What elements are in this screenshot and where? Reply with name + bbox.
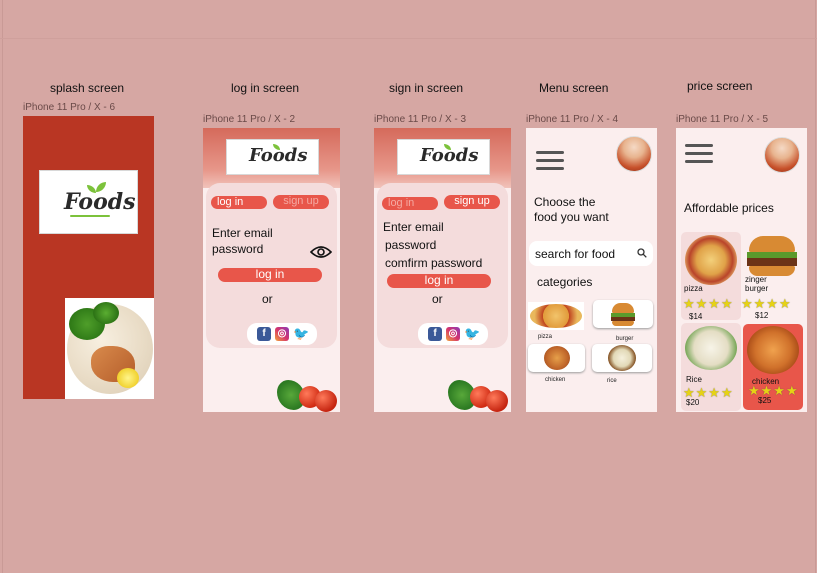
- category-label: burger: [616, 336, 634, 342]
- login-frame[interactable]: Foods log in sign up Enter email passwor…: [203, 128, 340, 412]
- confirm-password-field[interactable]: comfirm password: [385, 256, 482, 270]
- social-bar: f ◎ 🐦: [418, 323, 488, 345]
- category-pizza[interactable]: [528, 302, 584, 330]
- pizza-image: [685, 235, 737, 285]
- rating-stars: ★★★★: [683, 296, 734, 311]
- password-field[interactable]: password: [212, 242, 263, 256]
- lemon: [117, 368, 139, 388]
- logo-text: Foods: [420, 145, 479, 166]
- rice-image: [685, 326, 737, 370]
- headline-line-1: Choose the: [534, 195, 596, 209]
- pizza-image: [530, 304, 582, 328]
- category-chicken[interactable]: [528, 344, 585, 372]
- price-screen-title: price screen: [687, 79, 753, 93]
- category-label: rice: [607, 378, 617, 384]
- twitter-icon[interactable]: 🐦: [464, 327, 480, 341]
- category-burger[interactable]: [593, 300, 653, 328]
- rating-stars: ★★★★: [741, 296, 792, 311]
- password-field[interactable]: password: [385, 238, 436, 252]
- frame-label-login[interactable]: iPhone 11 Pro / X - 2: [203, 114, 295, 125]
- avatar[interactable]: [616, 136, 652, 172]
- tab-login[interactable]: log in: [382, 197, 438, 210]
- logo-text: Foods: [249, 145, 308, 166]
- product-name: zinger burger: [745, 275, 769, 293]
- logo: Foods: [397, 139, 490, 175]
- price-title: Affordable prices: [684, 201, 774, 215]
- logo-text: Foods: [64, 189, 136, 215]
- eye-icon[interactable]: [310, 245, 332, 259]
- category-label: pizza: [538, 334, 553, 340]
- product-price: $20: [686, 398, 700, 407]
- product-name: Rice: [686, 375, 703, 384]
- search-input[interactable]: search for food: [535, 247, 615, 261]
- bun-top: [612, 303, 634, 313]
- facebook-icon[interactable]: f: [257, 327, 271, 341]
- product-price: $25: [758, 396, 772, 405]
- rating-stars: ★★★★: [748, 383, 799, 398]
- chicken-image: [747, 326, 799, 374]
- menu-screen-title: Menu screen: [539, 81, 609, 95]
- splash-food-image: [65, 298, 154, 399]
- splash-screen-title: splash screen: [50, 81, 125, 95]
- product-name: pizza: [684, 284, 703, 293]
- headline-line-2: food you want: [534, 210, 609, 224]
- facebook-icon[interactable]: f: [428, 327, 442, 341]
- signin-screen-title: sign in screen: [389, 81, 464, 95]
- search-icon[interactable]: [637, 248, 647, 258]
- chicken-image: [544, 346, 570, 370]
- search-bar[interactable]: search for food: [529, 241, 653, 266]
- bun-bottom: [612, 321, 634, 326]
- login-button[interactable]: log in: [218, 268, 322, 282]
- price-frame[interactable]: Affordable prices pizza ★★★★ $14 zinger …: [676, 128, 807, 412]
- product-card-chicken[interactable]: chicken ★★★★ $25: [743, 324, 803, 410]
- email-field[interactable]: Enter email: [212, 226, 273, 240]
- tab-login[interactable]: log in: [211, 196, 267, 209]
- twitter-icon[interactable]: 🐦: [293, 327, 309, 341]
- broccoli: [93, 302, 119, 324]
- logo: Foods: [226, 139, 319, 175]
- frame-label-menu[interactable]: iPhone 11 Pro / X - 4: [526, 114, 618, 125]
- product-card-burger[interactable]: zinger burger ★★★★ $12: [741, 232, 803, 320]
- category-label: chicken: [545, 377, 566, 383]
- splash-frame[interactable]: Foods: [23, 116, 154, 399]
- avatar[interactable]: [764, 137, 800, 173]
- frame-label-splash[interactable]: iPhone 11 Pro / X - 6: [23, 102, 115, 113]
- login-screen-title: log in screen: [231, 81, 300, 95]
- rice-image: [608, 345, 636, 371]
- email-field[interactable]: Enter email: [383, 220, 444, 234]
- logo-underline: [70, 215, 110, 217]
- divider: [0, 38, 817, 39]
- product-card-rice[interactable]: Rice ★★★★ $20: [681, 323, 741, 411]
- instagram-icon[interactable]: ◎: [446, 327, 460, 341]
- login-button[interactable]: log in: [387, 274, 491, 288]
- categories-title: categories: [537, 275, 593, 289]
- tomato: [315, 390, 337, 412]
- or-text: or: [262, 292, 273, 306]
- frame-label-signin[interactable]: iPhone 11 Pro / X - 3: [374, 114, 466, 125]
- hamburger-menu-icon[interactable]: [685, 144, 713, 168]
- signin-frame[interactable]: Foods log in sign up Enter email passwor…: [374, 128, 511, 412]
- instagram-icon[interactable]: ◎: [275, 327, 289, 341]
- frame-label-price[interactable]: iPhone 11 Pro / X - 5: [676, 114, 768, 125]
- product-price: $14: [689, 312, 703, 321]
- product-card-pizza[interactable]: pizza ★★★★ $14: [681, 232, 741, 321]
- tab-signup[interactable]: sign up: [444, 195, 500, 209]
- tomato: [486, 390, 508, 412]
- bun-top: [749, 236, 795, 252]
- or-text: or: [432, 292, 443, 306]
- menu-frame[interactable]: Choose the food you want search for food…: [526, 128, 657, 412]
- product-price: $12: [755, 311, 769, 320]
- patty: [747, 258, 797, 266]
- hamburger-menu-icon[interactable]: [536, 151, 564, 175]
- tab-signup[interactable]: sign up: [273, 195, 329, 209]
- logo: Foods: [39, 170, 138, 234]
- category-rice[interactable]: [592, 344, 652, 372]
- social-bar: f ◎ 🐦: [247, 323, 317, 345]
